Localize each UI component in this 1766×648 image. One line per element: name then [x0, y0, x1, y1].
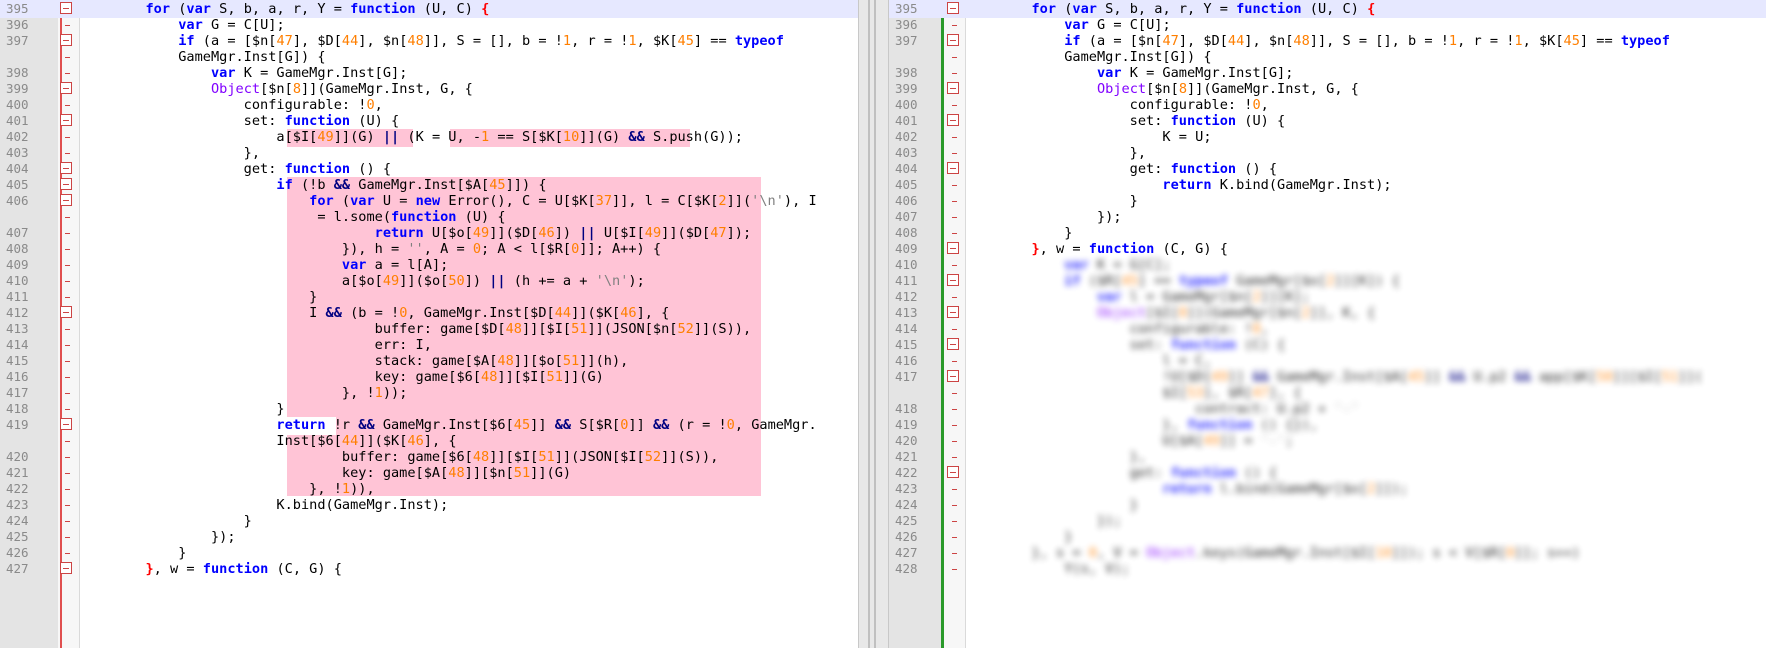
fold-line-tick: [65, 361, 70, 362]
fold-line-tick: [65, 153, 70, 154]
fold-line-tick: [65, 489, 70, 490]
code-text[interactable]: Y(s, V);: [966, 560, 1766, 578]
fold-line-tick: [952, 73, 957, 74]
fold-toggle-icon[interactable]: [60, 114, 72, 126]
fold-line-tick: [65, 441, 70, 442]
fold-line-tick: [952, 457, 957, 458]
fold-line-tick: [952, 201, 957, 202]
fold-line-tick: [952, 137, 957, 138]
splitter-grip: [874, 0, 876, 648]
fold-toggle-icon[interactable]: [947, 466, 959, 478]
fold-line-tick: [952, 57, 957, 58]
fold-toggle-icon[interactable]: [947, 370, 959, 382]
line-number: 427: [6, 561, 29, 576]
fold-toggle-icon[interactable]: [947, 306, 959, 318]
fold-line-tick: [65, 521, 70, 522]
fold-line-tick: [952, 425, 957, 426]
fold-toggle-icon[interactable]: [60, 162, 72, 174]
fold-line-tick: [65, 137, 70, 138]
fold-toggle-icon[interactable]: [947, 82, 959, 94]
fold-toggle-icon[interactable]: [60, 562, 72, 574]
code-line[interactable]: 428 Y(s, V);: [889, 560, 1766, 578]
fold-line-tick: [952, 361, 957, 362]
fold-line-tick: [65, 57, 70, 58]
fold-line-tick: [65, 217, 70, 218]
fold-line-tick: [65, 409, 70, 410]
fold-toggle-icon[interactable]: [60, 2, 72, 14]
fold-line-tick: [65, 233, 70, 234]
fold-toggle-icon[interactable]: [947, 162, 959, 174]
fold-line-tick: [952, 489, 957, 490]
fold-line-tick: [952, 233, 957, 234]
pane-splitter[interactable]: [858, 0, 889, 648]
fold-line-tick: [65, 249, 70, 250]
fold-line-tick: [65, 377, 70, 378]
fold-toggle-icon[interactable]: [60, 34, 72, 46]
fold-toggle-icon[interactable]: [947, 34, 959, 46]
fold-toggle-icon[interactable]: [60, 82, 72, 94]
fold-toggle-icon[interactable]: [947, 274, 959, 286]
fold-line-tick: [952, 25, 957, 26]
fold-line-tick: [65, 473, 70, 474]
code-text[interactable]: }, w = function (C, G) {: [80, 560, 858, 578]
right-editor-pane[interactable]: 395 for (var S, b, a, r, Y = function (U…: [889, 0, 1766, 648]
fold-line-tick: [65, 345, 70, 346]
fold-line-tick: [65, 25, 70, 26]
fold-line-tick: [65, 457, 70, 458]
fold-toggle-icon[interactable]: [60, 306, 72, 318]
fold-toggle-icon[interactable]: [947, 114, 959, 126]
fold-toggle-icon[interactable]: [60, 418, 72, 430]
fold-line-tick: [65, 73, 70, 74]
fold-line-tick: [952, 185, 957, 186]
fold-line-tick: [952, 441, 957, 442]
code-line[interactable]: 427 }, w = function (C, G) {: [0, 560, 858, 578]
fold-line-tick: [952, 329, 957, 330]
fold-line-tick: [65, 281, 70, 282]
fold-toggle-icon[interactable]: [60, 178, 72, 190]
fold-line-tick: [952, 265, 957, 266]
fold-line-tick: [65, 505, 70, 506]
fold-toggle-icon[interactable]: [947, 242, 959, 254]
fold-line-tick: [952, 105, 957, 106]
fold-line-tick: [65, 553, 70, 554]
fold-line-tick: [65, 297, 70, 298]
fold-line-tick: [952, 217, 957, 218]
fold-line-tick: [952, 505, 957, 506]
fold-toggle-icon[interactable]: [947, 338, 959, 350]
fold-toggle-icon[interactable]: [60, 194, 72, 206]
line-number: 428: [895, 561, 918, 576]
fold-line-tick: [952, 569, 957, 570]
fold-line-tick: [952, 521, 957, 522]
fold-line-tick: [952, 553, 957, 554]
fold-line-tick: [952, 409, 957, 410]
fold-line-tick: [65, 329, 70, 330]
fold-line-tick: [952, 537, 957, 538]
splitter-grip: [868, 0, 870, 648]
fold-toggle-icon[interactable]: [947, 2, 959, 14]
fold-line-tick: [65, 105, 70, 106]
left-editor-pane[interactable]: 395 for (var S, b, a, r, Y = function (U…: [0, 0, 858, 648]
fold-line-tick: [952, 153, 957, 154]
fold-line-tick: [65, 537, 70, 538]
fold-line-tick: [65, 265, 70, 266]
fold-line-tick: [952, 393, 957, 394]
fold-line-tick: [65, 393, 70, 394]
diff-compare-view: 395 for (var S, b, a, r, Y = function (U…: [0, 0, 1766, 648]
fold-line-tick: [952, 297, 957, 298]
